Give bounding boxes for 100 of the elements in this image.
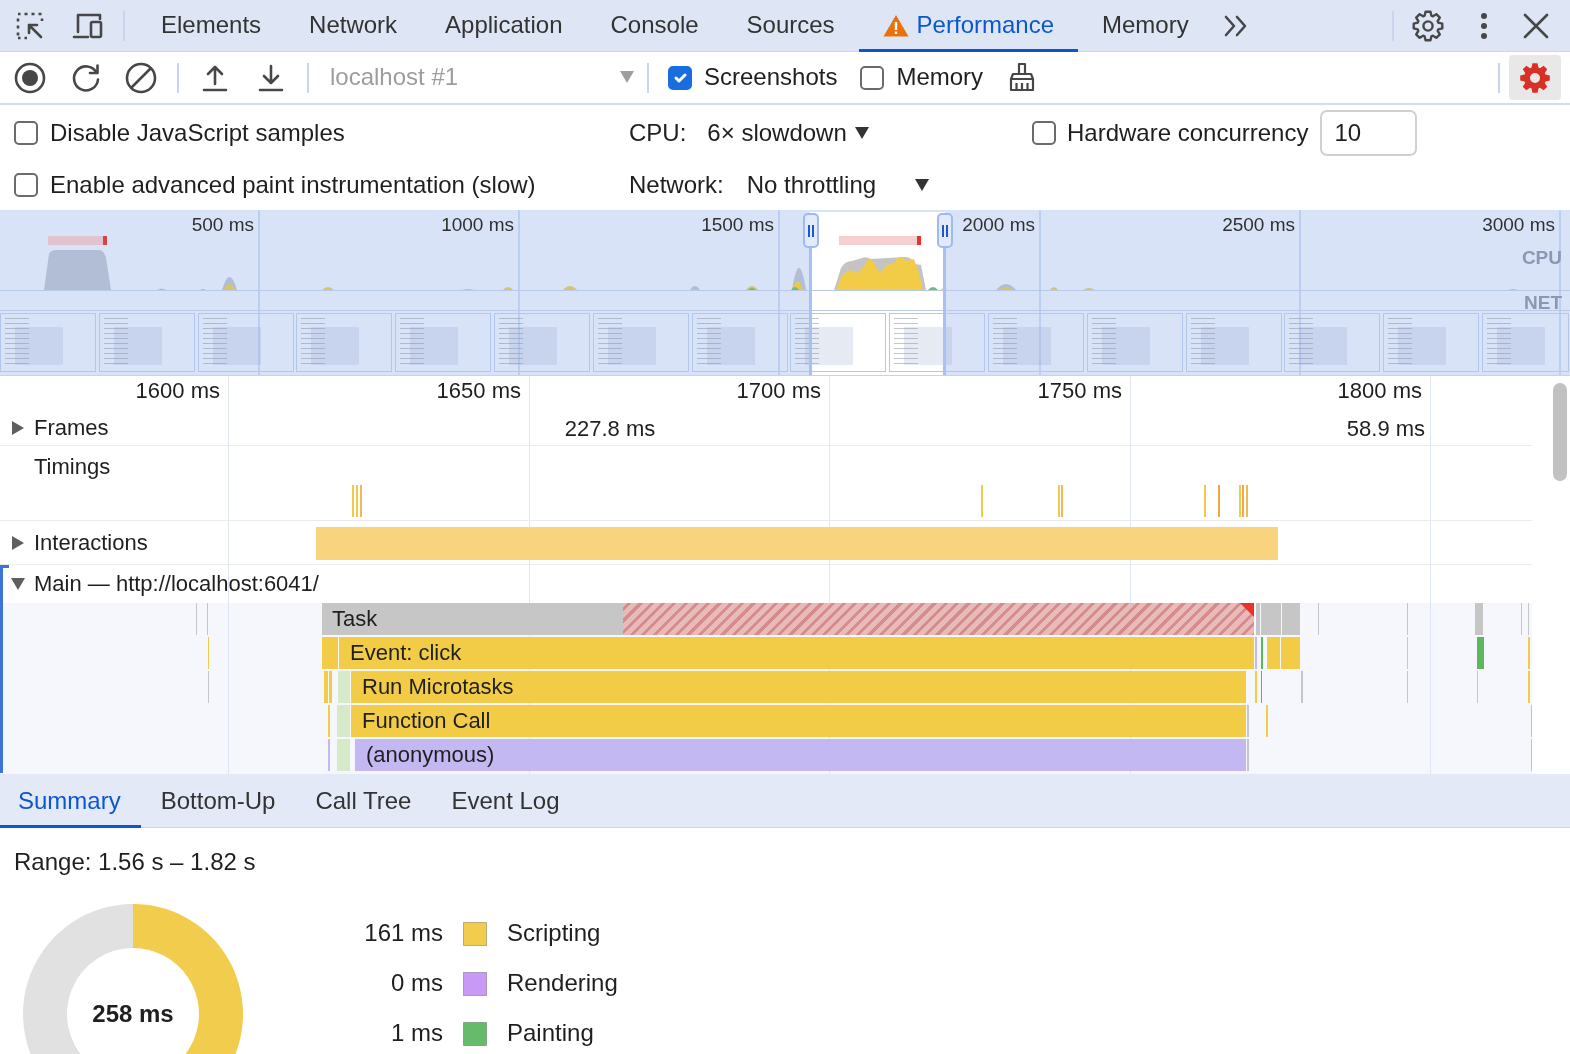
gear-icon bbox=[1519, 61, 1551, 94]
timing-marker[interactable] bbox=[1061, 485, 1063, 517]
cpu-activity-peak bbox=[322, 287, 334, 290]
timing-marker[interactable] bbox=[1239, 485, 1241, 517]
flame-event-bar[interactable] bbox=[324, 671, 328, 703]
time-tick-label: 2000 ms bbox=[962, 214, 1035, 236]
flame-event-bar[interactable]: (anonymous) bbox=[355, 739, 1246, 771]
duration-value: 161 ms bbox=[364, 919, 443, 949]
flame-event-bar[interactable] bbox=[1281, 637, 1300, 669]
checkbox-label[interactable]: Memory bbox=[896, 63, 984, 92]
flame-event-bar[interactable] bbox=[1267, 637, 1280, 669]
devtools-tab[interactable]: Console bbox=[586, 0, 723, 52]
range-handle[interactable] bbox=[803, 213, 819, 375]
time-tick-label: 2500 ms bbox=[1222, 214, 1295, 236]
flame-event-bar[interactable] bbox=[1256, 603, 1260, 635]
flame-event-bar[interactable] bbox=[322, 637, 338, 669]
details-tab[interactable]: Bottom-Up bbox=[140, 774, 296, 828]
network-throttling-select[interactable]: No throttling bbox=[746, 170, 929, 200]
cpu-activity-peak bbox=[44, 250, 111, 290]
category-label: Painting bbox=[507, 1019, 594, 1049]
checkbox[interactable] bbox=[668, 65, 692, 90]
time-tick-label: 1500 ms bbox=[701, 214, 774, 236]
track-label: Frames bbox=[34, 414, 109, 441]
disclosure-triangle-icon[interactable] bbox=[12, 535, 24, 550]
clear-icon[interactable] bbox=[125, 61, 157, 94]
reload-icon[interactable] bbox=[70, 61, 102, 94]
checkbox-label[interactable]: Hardware concurrency bbox=[1067, 118, 1309, 148]
cpu-activity-peak bbox=[503, 287, 513, 290]
details-tab[interactable]: Summary bbox=[0, 774, 141, 828]
category-label: Rendering bbox=[507, 969, 618, 999]
flame-event-bar[interactable] bbox=[329, 671, 332, 703]
devtools-tab[interactable]: Performance bbox=[858, 0, 1078, 52]
hardware-concurrency-input[interactable]: 10 bbox=[1320, 110, 1418, 156]
duration-value: 0 ms bbox=[391, 969, 443, 999]
details-tab[interactable]: Event Log bbox=[431, 774, 580, 828]
frame-duration-label: 58.9 ms bbox=[1346, 415, 1426, 443]
flame-event-bar[interactable] bbox=[1282, 603, 1300, 635]
details-tab[interactable]: Call Tree bbox=[295, 774, 432, 828]
devtools-tab[interactable]: Elements bbox=[137, 0, 286, 52]
time-tick-label: 3000 ms bbox=[1482, 214, 1555, 236]
timing-marker[interactable] bbox=[1218, 485, 1220, 517]
time-tick-label: 1650 ms bbox=[436, 377, 521, 405]
capture-settings-button[interactable] bbox=[1509, 55, 1561, 100]
field-label: CPU: bbox=[629, 118, 687, 148]
checkbox-label[interactable]: Screenshots bbox=[704, 63, 838, 92]
checkbox[interactable] bbox=[860, 65, 885, 90]
track-label: Main — http://localhost:6041/ bbox=[34, 570, 319, 597]
devtools-tab[interactable]: Memory bbox=[1078, 0, 1213, 52]
time-tick-label: 1700 ms bbox=[736, 377, 821, 405]
time-tick-label: 500 ms bbox=[191, 214, 254, 236]
flame-event-bar[interactable] bbox=[338, 671, 350, 703]
disclosure-triangle-icon[interactable] bbox=[11, 577, 25, 590]
cpu-activity-peak bbox=[1050, 287, 1058, 290]
long-task-marker bbox=[48, 236, 107, 245]
timing-marker[interactable] bbox=[981, 485, 983, 517]
time-tick-label: 1600 ms bbox=[135, 377, 220, 405]
timing-marker[interactable] bbox=[1246, 485, 1248, 517]
checkbox[interactable] bbox=[14, 173, 38, 197]
interaction-bar[interactable] bbox=[316, 527, 1278, 560]
checkbox-label[interactable]: Enable advanced paint instrumentation (slow) bbox=[50, 170, 536, 200]
disclosure-triangle-icon[interactable] bbox=[12, 420, 24, 435]
flame-event-bar[interactable]: Run Microtasks bbox=[351, 671, 1246, 703]
category-label: Scripting bbox=[507, 919, 601, 949]
devtools-tab[interactable]: Network bbox=[285, 0, 422, 52]
flame-event-bar[interactable]: Task bbox=[322, 603, 1254, 635]
time-tick-label: 1800 ms bbox=[1337, 377, 1422, 405]
timing-marker[interactable] bbox=[1242, 485, 1244, 517]
flame-event-bar[interactable]: Function Call bbox=[351, 705, 1246, 737]
devtools-tab[interactable]: Application bbox=[421, 0, 587, 52]
scrollbar-thumb[interactable] bbox=[1553, 383, 1567, 481]
flame-event-bar[interactable] bbox=[1261, 603, 1281, 635]
flame-event-bar[interactable] bbox=[337, 739, 350, 771]
timing-marker[interactable] bbox=[360, 485, 362, 517]
checkbox[interactable] bbox=[1032, 121, 1056, 145]
range-label: Range: 1.56 s – 1.82 s bbox=[14, 849, 256, 875]
checkbox[interactable] bbox=[14, 121, 38, 145]
record-icon[interactable] bbox=[14, 61, 46, 94]
settings-icon[interactable] bbox=[1412, 9, 1444, 42]
flame-event-bar[interactable] bbox=[1477, 637, 1484, 669]
flame-event-bar[interactable] bbox=[337, 705, 350, 737]
devtools-tab[interactable]: Sources bbox=[722, 0, 859, 52]
total-duration-label: 258 ms bbox=[91, 1000, 175, 1027]
track-label: Interactions bbox=[34, 529, 148, 556]
cpu-throttling-select[interactable]: 6× slowdown bbox=[707, 118, 869, 148]
lane-label: NET bbox=[1524, 292, 1562, 314]
lane-label: CPU bbox=[1521, 247, 1562, 269]
frame-duration-label: 227.8 ms bbox=[564, 415, 656, 443]
time-tick-label: 1000 ms bbox=[441, 214, 514, 236]
long-task-flag-icon bbox=[1240, 603, 1254, 617]
timing-marker[interactable] bbox=[1204, 485, 1206, 517]
flame-event-bar[interactable] bbox=[1475, 603, 1483, 635]
time-tick-label: 1750 ms bbox=[1037, 377, 1122, 405]
duration-value: 1 ms bbox=[391, 1019, 443, 1049]
checkbox-label[interactable]: Disable JavaScript samples bbox=[50, 118, 345, 148]
timing-marker[interactable] bbox=[1058, 485, 1060, 517]
flame-event-bar[interactable]: Event: click bbox=[339, 637, 1254, 669]
caret-icon bbox=[914, 179, 929, 191]
timing-marker[interactable] bbox=[356, 485, 358, 517]
timing-marker[interactable] bbox=[352, 485, 354, 517]
range-handle[interactable] bbox=[937, 213, 953, 375]
